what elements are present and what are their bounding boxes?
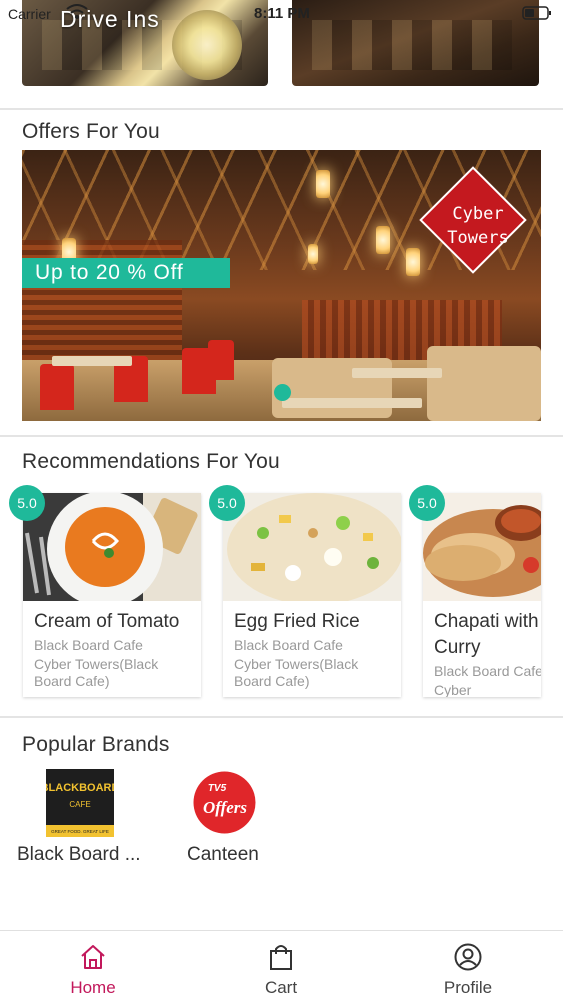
svg-text:BLACKBOARD: BLACKBOARD [46, 782, 114, 794]
nav-label: Profile [443, 978, 493, 997]
dish-image [223, 493, 401, 601]
brand-badge-text: Cyber Towers [447, 204, 509, 248]
status-time: 8:11 PM [254, 5, 310, 22]
tv5-offers-logo: TV5 Offers [193, 771, 256, 834]
rating-badge: 5.0 [209, 485, 245, 521]
svg-text:Offers: Offers [203, 798, 247, 817]
section-divider [0, 435, 563, 437]
svg-text:CAFE: CAFE [69, 800, 90, 809]
home-icon [81, 945, 105, 969]
brand-canteen[interactable]: TV5 Offers [193, 771, 256, 834]
recommendation-card[interactable]: Cream of Tomato Black Board Cafe Cyber T… [23, 493, 201, 697]
offers-banner[interactable]: Up to 20 % Off Cyber Towers [22, 150, 541, 421]
vendor-location: Cyber Towers(Black Board Cafe) [34, 656, 159, 689]
vendor-name: Black Board Cafe [34, 637, 143, 653]
offers-section-title: Offers For You [22, 120, 160, 143]
dish-image [23, 493, 201, 601]
recommendations-section-title: Recommendations For You [22, 450, 280, 473]
battery-icon [522, 6, 551, 20]
rating-badge: 5.0 [409, 485, 445, 521]
dish-name: Chapati with Curry [434, 611, 539, 658]
recommendation-card[interactable]: Chapati with Curry Black Board Cafe Cybe… [423, 493, 541, 697]
nav-tab-home[interactable]: Home [33, 931, 153, 1000]
vendor-location: Cyber Towers(Black Board Cafe) [234, 656, 359, 689]
user-icon [454, 943, 482, 971]
category-card-drive-ins[interactable]: Drive Ins [22, 0, 268, 86]
nav-tab-cart[interactable]: Cart [221, 931, 341, 1000]
rating-badge: 5.0 [9, 485, 45, 521]
nav-label: Home [70, 978, 116, 997]
offer-discount-tag: Up to 20 % Off [22, 258, 230, 288]
svg-text:GREAT FOOD. GREAT LIFE: GREAT FOOD. GREAT LIFE [51, 829, 109, 834]
section-divider [0, 716, 563, 718]
recommendation-card[interactable]: Egg Fried Rice Black Board Cafe Cyber To… [223, 493, 401, 697]
dish-name: Egg Fried Rice [234, 611, 360, 632]
blackboard-cafe-logo: BLACKBOARD CAFE GREAT FOOD. GREAT LIFE [41, 769, 119, 837]
vendor-location: Cyber Towers(Black Board Cafe) [434, 682, 472, 697]
brand-label: Canteen [187, 844, 259, 865]
dish-name: Cream of Tomato [34, 611, 180, 632]
bottom-navigation: Home Cart Profile [0, 930, 563, 1000]
svg-text:TV5: TV5 [208, 783, 227, 794]
carousel-indicator-dot[interactable] [274, 384, 291, 401]
wifi-icon [66, 4, 88, 19]
category-card-restaurant[interactable] [292, 0, 539, 86]
nav-tab-profile[interactable]: Profile [408, 931, 528, 1000]
food-image [172, 10, 242, 80]
shopping-bag-icon [270, 945, 292, 970]
section-divider [0, 108, 563, 110]
brands-section-title: Popular Brands [22, 733, 170, 756]
brand-label: Black Board ... [17, 844, 141, 865]
status-carrier: Carrier [8, 6, 51, 22]
brand-blackboard[interactable]: BLACKBOARD CAFE GREAT FOOD. GREAT LIFE [41, 769, 119, 837]
nav-label: Cart [264, 978, 298, 997]
vendor-name: Black Board Cafe [434, 663, 541, 679]
vendor-name: Black Board Cafe [234, 637, 343, 653]
